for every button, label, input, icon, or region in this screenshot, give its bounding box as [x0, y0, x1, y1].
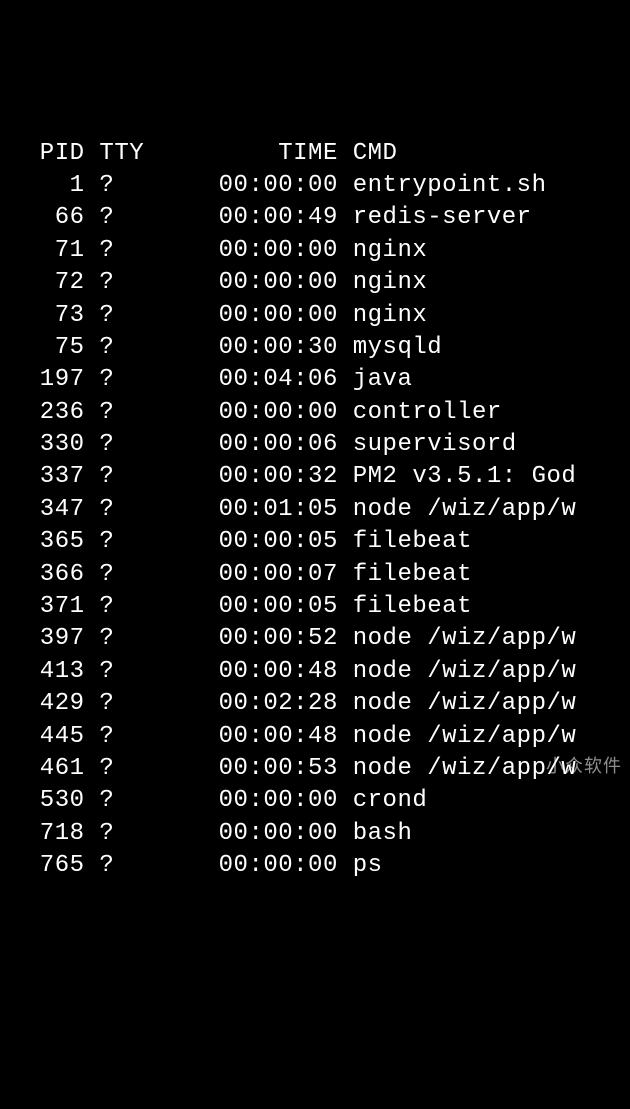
process-row: 429 ? 00:02:28 node /wiz/app/w	[10, 688, 620, 720]
process-row: 365 ? 00:00:05 filebeat	[10, 526, 620, 558]
process-row: 75 ? 00:00:30 mysqld	[10, 332, 620, 364]
process-row: 765 ? 00:00:00 ps	[10, 850, 620, 882]
watermark: 小众软件	[546, 754, 622, 778]
terminal-output: PID TTY TIME CMD 1 ? 00:00:00 entrypoint…	[10, 138, 620, 883]
process-row: 371 ? 00:00:05 filebeat	[10, 591, 620, 623]
ps-header: PID TTY TIME CMD	[10, 138, 620, 170]
process-row: 72 ? 00:00:00 nginx	[10, 267, 620, 299]
process-row: 413 ? 00:00:48 node /wiz/app/w	[10, 656, 620, 688]
process-row: 71 ? 00:00:00 nginx	[10, 235, 620, 267]
process-row: 337 ? 00:00:32 PM2 v3.5.1: God	[10, 461, 620, 493]
process-row: 236 ? 00:00:00 controller	[10, 397, 620, 429]
process-row: 73 ? 00:00:00 nginx	[10, 300, 620, 332]
process-row: 530 ? 00:00:00 crond	[10, 785, 620, 817]
process-row: 1 ? 00:00:00 entrypoint.sh	[10, 170, 620, 202]
process-row: 445 ? 00:00:48 node /wiz/app/w	[10, 721, 620, 753]
process-row: 347 ? 00:01:05 node /wiz/app/w	[10, 494, 620, 526]
process-row: 718 ? 00:00:00 bash	[10, 818, 620, 850]
process-row: 461 ? 00:00:53 node /wiz/app/w	[10, 753, 620, 785]
process-row: 330 ? 00:00:06 supervisord	[10, 429, 620, 461]
process-row: 366 ? 00:00:07 filebeat	[10, 559, 620, 591]
process-row: 197 ? 00:04:06 java	[10, 364, 620, 396]
process-row: 397 ? 00:00:52 node /wiz/app/w	[10, 623, 620, 655]
process-row: 66 ? 00:00:49 redis-server	[10, 202, 620, 234]
